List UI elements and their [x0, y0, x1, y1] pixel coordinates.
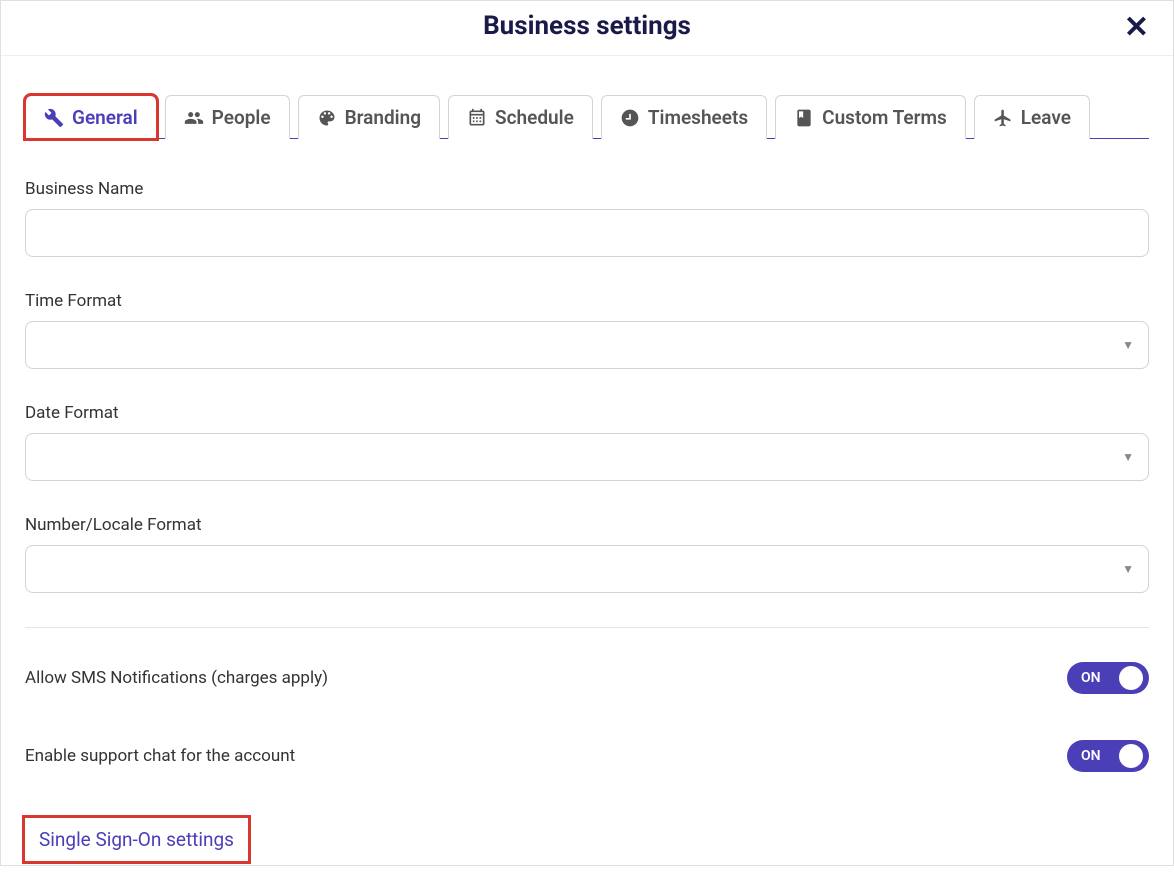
business-name-label: Business Name — [25, 179, 1149, 199]
tab-label: People — [212, 106, 271, 129]
people-icon — [184, 108, 204, 128]
sms-toggle-label: Allow SMS Notifications (charges apply) — [25, 668, 328, 688]
clock-icon — [620, 108, 640, 128]
tab-timesheets[interactable]: Timesheets — [601, 95, 767, 139]
toggle-state: ON — [1081, 748, 1111, 764]
calendar-icon — [467, 108, 487, 128]
tab-label: Branding — [345, 106, 421, 129]
toggle-knob — [1119, 666, 1143, 690]
tab-people[interactable]: People — [165, 95, 290, 139]
time-format-label: Time Format — [25, 291, 1149, 311]
plane-icon — [993, 108, 1013, 128]
support-chat-toggle[interactable]: ON — [1067, 740, 1149, 772]
sso-settings-link[interactable]: Single Sign-On settings — [25, 818, 248, 861]
tab-branding[interactable]: Branding — [298, 95, 440, 139]
support-chat-toggle-label: Enable support chat for the account — [25, 746, 295, 766]
tab-label: Timesheets — [648, 106, 748, 129]
tab-general[interactable]: General — [25, 95, 157, 139]
modal-header: Business settings ✕ — [1, 1, 1173, 56]
business-name-group: Business Name — [25, 179, 1149, 257]
number-locale-group: Number/Locale Format ▼ — [25, 515, 1149, 593]
tab-label: Custom Terms — [822, 106, 947, 129]
tabs-row: General People Branding Schedule — [25, 94, 1149, 139]
support-chat-toggle-row: Enable support chat for the account ON — [25, 740, 1149, 772]
tab-label: Leave — [1021, 106, 1071, 129]
tab-custom-terms[interactable]: Custom Terms — [775, 95, 966, 139]
book-icon — [794, 108, 814, 128]
chevron-down-icon: ▼ — [1122, 338, 1134, 352]
settings-modal: Business settings ✕ General People Br — [0, 0, 1174, 866]
tab-label: Schedule — [495, 106, 574, 129]
date-format-label: Date Format — [25, 403, 1149, 423]
chevron-down-icon: ▼ — [1122, 562, 1134, 576]
tab-leave[interactable]: Leave — [974, 95, 1090, 139]
tab-schedule[interactable]: Schedule — [448, 95, 593, 139]
sms-toggle-row: Allow SMS Notifications (charges apply) … — [25, 662, 1149, 694]
tools-icon — [44, 108, 64, 128]
chevron-down-icon: ▼ — [1122, 450, 1134, 464]
business-name-input[interactable] — [25, 209, 1149, 257]
date-format-group: Date Format ▼ — [25, 403, 1149, 481]
close-icon[interactable]: ✕ — [1124, 13, 1149, 43]
toggle-state: ON — [1081, 670, 1111, 686]
modal-content: General People Branding Schedule — [1, 56, 1173, 885]
number-locale-select[interactable]: ▼ — [25, 545, 1149, 593]
tab-label: General — [72, 106, 138, 129]
time-format-select[interactable]: ▼ — [25, 321, 1149, 369]
toggle-knob — [1119, 744, 1143, 768]
time-format-group: Time Format ▼ — [25, 291, 1149, 369]
sms-toggle[interactable]: ON — [1067, 662, 1149, 694]
page-title: Business settings — [483, 11, 691, 41]
divider — [25, 627, 1149, 628]
number-locale-label: Number/Locale Format — [25, 515, 1149, 535]
palette-icon — [317, 108, 337, 128]
date-format-select[interactable]: ▼ — [25, 433, 1149, 481]
